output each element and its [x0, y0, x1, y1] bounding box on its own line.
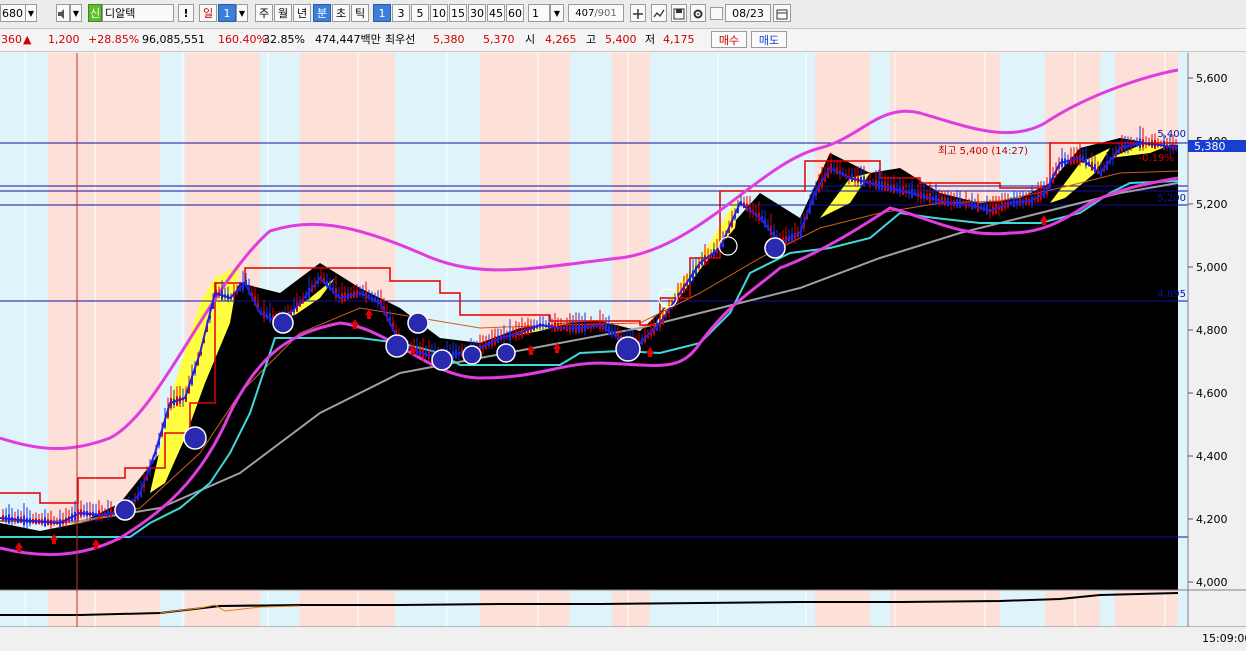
count-dropdown-button[interactable]: ▼ [550, 4, 564, 22]
time-axis-bar [0, 627, 1246, 648]
current-pct-label: -0.19% [1139, 153, 1174, 164]
current-price-label: 5,380 [1194, 140, 1226, 153]
toolbar: 680 ▼ ▼ 신 디알텍 ! 일 1 ▼ 주 월 년 분 초 틱 1 3 5 … [0, 0, 1246, 29]
count-input[interactable]: 1 [528, 4, 550, 22]
price-tick-label: 4,800 [1196, 324, 1228, 337]
compare-icon[interactable] [651, 4, 667, 22]
stock-new-badge: 신 [88, 4, 102, 22]
price-tick-label: 4,200 [1196, 513, 1228, 526]
minute-10-button[interactable]: 10 [430, 4, 448, 22]
high-price: 5,400 [605, 33, 637, 46]
low-label: 저 [645, 33, 656, 46]
open-label: 시 [525, 33, 536, 46]
counter-value: 407 [575, 8, 595, 19]
line-5200-label: 5,200 [1157, 193, 1186, 204]
best-ask: 5,380 [433, 33, 465, 46]
period-tick-button[interactable]: 틱 [351, 4, 369, 22]
minute-15-button[interactable]: 15 [449, 4, 467, 22]
trading-amount: 474,447백만 [315, 33, 381, 46]
period-week-button[interactable]: 주 [255, 4, 273, 22]
volume: 96,085,551 [142, 33, 205, 46]
high-line-label: 5,400 [1157, 129, 1186, 140]
speaker-icon[interactable] [56, 4, 70, 22]
chart-canvas[interactable]: 5,600 5,400 5,200 5,000 4,800 4,600 4,400 4,200… [0, 53, 1246, 648]
sell-button[interactable]: 매도 [751, 31, 787, 48]
stock-name-field[interactable]: 디알텍 [102, 4, 174, 22]
best-bid: 5,370 [483, 33, 515, 46]
price-tick-label: 5,200 [1196, 198, 1228, 211]
stock-code-input[interactable]: 680 [0, 4, 26, 22]
change-value: 1,200 [48, 33, 80, 46]
high-annotation: 최고 5,400 (14:27) [938, 145, 1028, 157]
buy-button[interactable]: 매수 [711, 31, 747, 48]
price-chart[interactable]: 5,600 5,400 5,200 5,000 4,800 4,600 4,400 4,200… [0, 53, 1246, 648]
date-input[interactable]: 08/23 [725, 4, 771, 22]
open-price: 4,265 [545, 33, 577, 46]
data-counter-field: 407/901 [568, 4, 624, 22]
minute-60-button[interactable]: 60 [506, 4, 524, 22]
price-tick-label: 5,000 [1196, 261, 1228, 274]
date-checkbox[interactable] [710, 7, 723, 20]
period-month-button[interactable]: 월 [274, 4, 292, 22]
quote-bar: 360 ▲ 1,200 +28.85% 96,085,551 160.40% 3… [0, 29, 1246, 52]
minute-45-button[interactable]: 45 [487, 4, 505, 22]
period-second-button[interactable]: 초 [332, 4, 350, 22]
price-fragment: 360 [1, 33, 22, 46]
minute-3-button[interactable]: 3 [392, 4, 410, 22]
speaker-dropdown-button[interactable]: ▼ [70, 4, 82, 22]
minute-5-button[interactable]: 5 [411, 4, 429, 22]
low-price: 4,175 [663, 33, 695, 46]
alert-button[interactable]: ! [178, 4, 194, 22]
change-up-arrow-icon: ▲ [23, 33, 32, 46]
change-percent: +28.85% [88, 33, 140, 46]
period-day-button[interactable]: 일 [199, 4, 217, 22]
best-quote-label: 최우선 [385, 33, 416, 46]
minute-30-button[interactable]: 30 [468, 4, 486, 22]
crosshair-icon[interactable] [630, 4, 646, 22]
period-day-count[interactable]: 1 [218, 4, 236, 22]
period-minute-button[interactable]: 분 [313, 4, 331, 22]
counter-total: /901 [594, 8, 617, 19]
save-icon[interactable] [671, 4, 687, 22]
gear-icon[interactable] [690, 4, 706, 22]
line-4895-label: 4,895 [1157, 289, 1186, 300]
calendar-icon[interactable] [773, 4, 791, 22]
minute-1-button[interactable]: 1 [373, 4, 391, 22]
code-dropdown-button[interactable]: ▼ [25, 4, 37, 22]
price-tick-label: 4,400 [1196, 450, 1228, 463]
turnover-rate: 32.85% [263, 33, 305, 46]
price-tick-label: 5,600 [1196, 72, 1228, 85]
axis-end-time: 15:09:00 [1202, 632, 1246, 645]
volume-ratio: 160.40% [218, 33, 267, 46]
period-dropdown-button[interactable]: ▼ [236, 4, 248, 22]
period-year-button[interactable]: 년 [293, 4, 311, 22]
price-tick-label: 4,600 [1196, 387, 1228, 400]
price-tick-label: 4,000 [1196, 576, 1228, 589]
high-label: 고 [586, 33, 597, 46]
